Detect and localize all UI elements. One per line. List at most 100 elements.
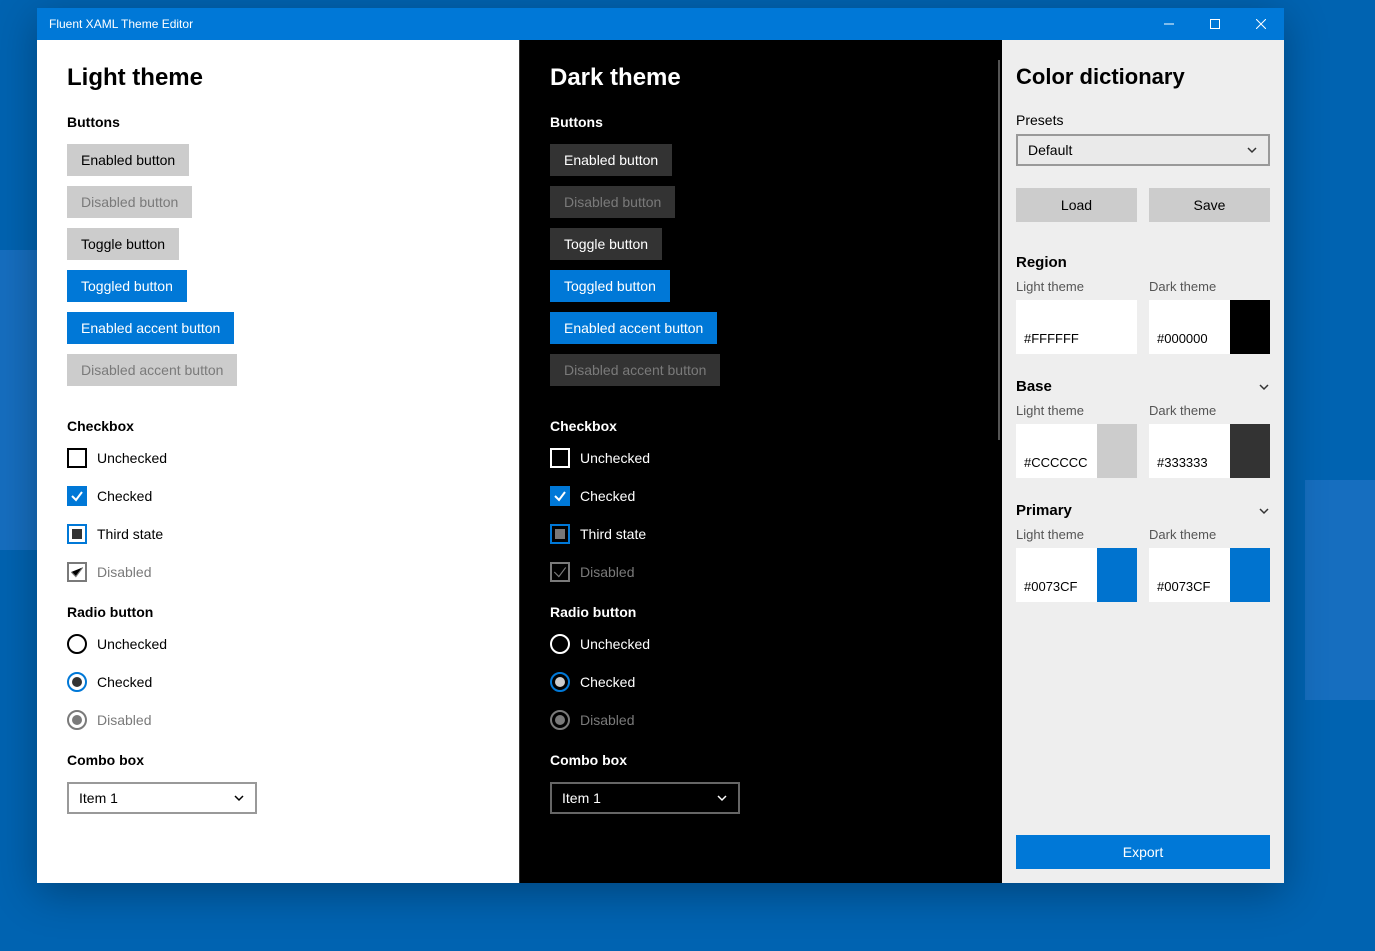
checkbox-checked[interactable]: Checked: [67, 486, 489, 506]
radio-disabled: Disabled: [67, 710, 489, 730]
checkbox-label: Disabled: [97, 564, 151, 580]
radio-label: Unchecked: [97, 636, 167, 652]
checkbox-label: Unchecked: [580, 450, 650, 466]
toggle-button[interactable]: Toggle button: [67, 228, 179, 260]
toggled-button[interactable]: Toggled button: [67, 270, 187, 302]
dark-theme-title: Dark theme: [550, 64, 972, 92]
close-button[interactable]: [1238, 8, 1284, 40]
light-theme-label: Light theme: [1016, 527, 1137, 542]
checkbox-disabled: Disabled: [550, 562, 972, 582]
swatch-hex: #0073CF: [1149, 548, 1230, 602]
swatch-hex: #333333: [1149, 424, 1230, 478]
section-title: Primary: [1016, 502, 1072, 519]
content-area: Light theme Buttons Enabled button Disab…: [37, 40, 1284, 883]
swatch-hex: #0073CF: [1016, 548, 1097, 602]
checkbox-icon: [550, 562, 570, 582]
scrollbar[interactable]: [998, 60, 1000, 440]
primary-light-swatch[interactable]: #0073CF: [1016, 548, 1137, 602]
radio-unchecked[interactable]: Unchecked: [67, 634, 489, 654]
radio-unchecked[interactable]: Unchecked: [550, 634, 972, 654]
radio-label: Disabled: [97, 712, 151, 728]
radio-checked[interactable]: Checked: [67, 672, 489, 692]
chevron-down-icon: [233, 792, 245, 804]
chevron-down-icon: [1258, 505, 1270, 517]
minimize-button[interactable]: [1146, 8, 1192, 40]
chevron-down-icon: [1258, 381, 1270, 393]
light-theme-label: Light theme: [1016, 279, 1137, 294]
checkbox-label: Disabled: [580, 564, 634, 580]
radio-label: Disabled: [580, 712, 634, 728]
enabled-accent-button[interactable]: Enabled accent button: [550, 312, 717, 344]
buttons-group-label: Buttons: [550, 114, 972, 130]
disabled-accent-button: Disabled accent button: [550, 354, 720, 386]
dark-theme-label: Dark theme: [1149, 527, 1270, 542]
radio-label: Unchecked: [580, 636, 650, 652]
chevron-down-icon: [716, 792, 728, 804]
radio-icon: [550, 710, 570, 730]
light-theme-pane: Light theme Buttons Enabled button Disab…: [37, 40, 519, 883]
region-dark-swatch[interactable]: #000000: [1149, 300, 1270, 354]
checkbox-third-state[interactable]: Third state: [67, 524, 489, 544]
base-dark-swatch[interactable]: #333333: [1149, 424, 1270, 478]
checkbox-label: Third state: [580, 526, 646, 542]
base-light-swatch[interactable]: #CCCCCC: [1016, 424, 1137, 478]
light-theme-title: Light theme: [67, 64, 489, 92]
preset-value: Default: [1028, 142, 1072, 158]
export-button[interactable]: Export: [1016, 835, 1270, 869]
radio-checked[interactable]: Checked: [550, 672, 972, 692]
swatch-hex: #CCCCCC: [1016, 424, 1097, 478]
toggle-button[interactable]: Toggle button: [550, 228, 662, 260]
dark-theme-pane: Dark theme Buttons Enabled button Disabl…: [519, 40, 1002, 883]
region-section-header[interactable]: Region: [1016, 254, 1270, 271]
maximize-button[interactable]: [1192, 8, 1238, 40]
swatch-color: [1230, 300, 1270, 354]
checkbox-group-label: Checkbox: [550, 418, 972, 434]
radio-icon: [67, 710, 87, 730]
radio-checked-icon: [550, 672, 570, 692]
swatch-color: [1097, 424, 1137, 478]
radio-label: Checked: [97, 674, 152, 690]
section-title: Region: [1016, 254, 1067, 271]
checkbox-checked[interactable]: Checked: [550, 486, 972, 506]
enabled-accent-button[interactable]: Enabled accent button: [67, 312, 234, 344]
combo-box[interactable]: Item 1: [67, 782, 257, 814]
checkbox-third-icon: [67, 524, 87, 544]
app-window: Fluent XAML Theme Editor Light theme But…: [37, 8, 1284, 883]
checkbox-label: Checked: [97, 488, 152, 504]
combo-box[interactable]: Item 1: [550, 782, 740, 814]
checkbox-third-state[interactable]: Third state: [550, 524, 972, 544]
checkbox-disabled: Disabled: [67, 562, 489, 582]
dark-theme-label: Dark theme: [1149, 403, 1270, 418]
titlebar: Fluent XAML Theme Editor: [37, 8, 1284, 40]
presets-combo[interactable]: Default: [1016, 134, 1270, 166]
chevron-down-icon: [1246, 144, 1258, 156]
swatch-color: [1097, 300, 1137, 354]
load-button[interactable]: Load: [1016, 188, 1137, 222]
checkbox-checked-icon: [550, 486, 570, 506]
radio-icon: [67, 634, 87, 654]
checkbox-icon: [67, 448, 87, 468]
base-section-header[interactable]: Base: [1016, 378, 1270, 395]
radio-checked-icon: [67, 672, 87, 692]
combo-group-label: Combo box: [550, 752, 972, 768]
toggled-button[interactable]: Toggled button: [550, 270, 670, 302]
checkbox-label: Checked: [580, 488, 635, 504]
save-button[interactable]: Save: [1149, 188, 1270, 222]
radio-label: Checked: [580, 674, 635, 690]
combo-value: Item 1: [562, 790, 601, 806]
checkbox-unchecked[interactable]: Unchecked: [67, 448, 489, 468]
enabled-button[interactable]: Enabled button: [67, 144, 189, 176]
color-dictionary-sidebar: Color dictionary Presets Default Load Sa…: [1002, 40, 1284, 883]
combo-group-label: Combo box: [67, 752, 489, 768]
primary-dark-swatch[interactable]: #0073CF: [1149, 548, 1270, 602]
checkbox-label: Unchecked: [97, 450, 167, 466]
sidebar-title: Color dictionary: [1016, 64, 1270, 90]
buttons-group-label: Buttons: [67, 114, 489, 130]
checkbox-icon: [67, 562, 87, 582]
region-light-swatch[interactable]: #FFFFFF: [1016, 300, 1137, 354]
primary-section-header[interactable]: Primary: [1016, 502, 1270, 519]
dark-theme-label: Dark theme: [1149, 279, 1270, 294]
enabled-button[interactable]: Enabled button: [550, 144, 672, 176]
swatch-color: [1097, 548, 1137, 602]
checkbox-unchecked[interactable]: Unchecked: [550, 448, 972, 468]
